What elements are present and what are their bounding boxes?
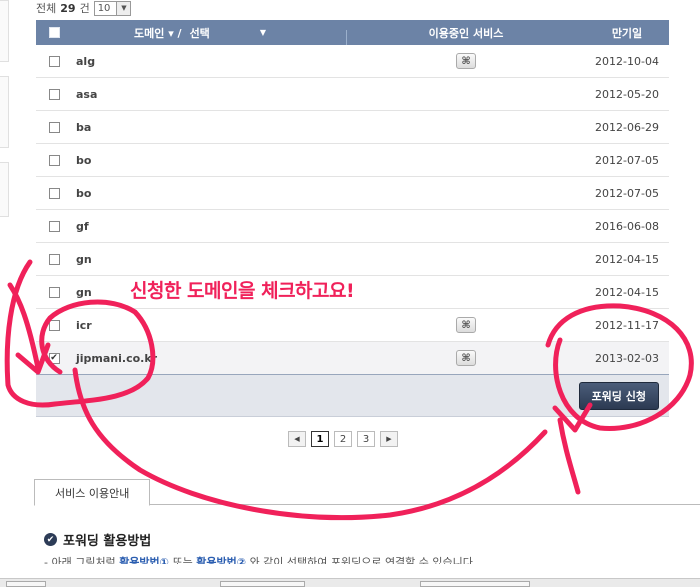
service-cell: ⌘ xyxy=(347,350,585,366)
domain-name: bo xyxy=(76,153,92,167)
info-tabs: 서비스 이용안내 xyxy=(34,479,700,506)
domain-table: 도메인 ▾ / 선택 ▼ 이용중인 서비스 만기일 alg ⌘ 2012-10-04… xyxy=(36,20,669,417)
service-column-header: 이용중인 서비스 xyxy=(428,26,504,40)
domain-column-header: 도메인 ▾ / 선택 ▼ xyxy=(72,25,347,45)
domain-sort-button[interactable]: 도메인 ▾ / xyxy=(134,25,182,41)
domain-name: alg xyxy=(76,54,96,68)
annotation-text: 신청한 도메인을 체크하고요! xyxy=(130,280,355,302)
chevron-down-icon: ▼ xyxy=(259,28,266,37)
expire-date: 2013-02-03 xyxy=(595,351,659,365)
table-row: gn 2012-04-15 xyxy=(36,243,669,276)
chevron-down-icon: ▼ xyxy=(116,1,131,15)
row-checkbox[interactable] xyxy=(48,319,60,331)
row-checkbox[interactable] xyxy=(48,220,60,232)
forwarding-service-icon[interactable]: ⌘ xyxy=(456,350,476,366)
forwarding-service-icon[interactable]: ⌘ xyxy=(456,53,476,69)
guide-link-1[interactable]: 활용방법① xyxy=(119,556,169,564)
total-unit: 건 xyxy=(79,2,90,15)
expire-column-header: 만기일 xyxy=(611,26,643,40)
domain-name: gn xyxy=(76,252,92,266)
row-checkbox[interactable] xyxy=(48,154,60,166)
domain-name: jipmani.co.kr xyxy=(76,351,158,365)
next-page-button[interactable]: ▶ xyxy=(380,431,398,447)
pagination: ◀ 1 2 3 ▶ xyxy=(288,431,398,447)
page-3-button[interactable]: 3 xyxy=(357,431,375,447)
row-checkbox[interactable] xyxy=(48,88,60,100)
table-body: alg ⌘ 2012-10-04 asa 2012-05-20 ba 2012-06-29 b… xyxy=(36,45,669,375)
page-2-button[interactable]: 2 xyxy=(334,431,352,447)
table-row: icr ⌘ 2012-11-17 xyxy=(36,309,669,342)
row-checkbox[interactable] xyxy=(48,286,60,298)
service-cell: ⌘ xyxy=(347,317,585,333)
expire-date: 2012-07-05 xyxy=(595,153,659,167)
row-checkbox[interactable]: ✔ xyxy=(48,352,60,364)
expire-date: 2012-05-20 xyxy=(595,87,659,101)
forwarding-request-button[interactable]: 포워딩 신청 xyxy=(578,381,659,410)
expire-date: 2012-11-17 xyxy=(595,318,659,332)
expire-date: 2012-07-05 xyxy=(595,186,659,200)
domain-name: gf xyxy=(76,219,89,233)
domain-name: bo xyxy=(76,186,92,200)
browser-status-bar xyxy=(0,578,700,587)
row-checkbox[interactable] xyxy=(48,55,60,67)
status-segment xyxy=(220,581,305,587)
action-bar: 포워딩 신청 xyxy=(36,375,669,417)
domain-name: asa xyxy=(76,87,98,101)
guide-title: ✔ 포워딩 활용방법 xyxy=(44,530,151,549)
left-edge-block xyxy=(0,76,9,148)
left-edge-panel xyxy=(0,0,10,587)
expire-date: 2012-10-04 xyxy=(595,54,659,68)
forwarding-service-icon[interactable]: ⌘ xyxy=(456,317,476,333)
page-size-select[interactable]: 10 ▼ xyxy=(93,0,132,16)
domain-name: ba xyxy=(76,120,92,134)
table-row: alg ⌘ 2012-10-04 xyxy=(36,45,669,78)
domain-name: icr xyxy=(76,318,92,332)
total-count: 29 xyxy=(60,1,76,15)
tab-service-guide[interactable]: 서비스 이용안내 xyxy=(34,479,151,506)
expire-date: 2012-04-15 xyxy=(595,285,659,299)
table-header: 도메인 ▾ / 선택 ▼ 이용중인 서비스 만기일 xyxy=(36,20,669,45)
row-checkbox[interactable] xyxy=(48,121,60,133)
left-edge-block xyxy=(0,162,9,217)
table-row: asa 2012-05-20 xyxy=(36,78,669,111)
table-row: bo 2012-07-05 xyxy=(36,177,669,210)
guide-text-suffix: 와 같이 선택하여 포워딩으로 연결할 수 있습니다. xyxy=(246,556,477,564)
expire-date: 2012-06-29 xyxy=(595,120,659,134)
guide-text-mid: 또는 xyxy=(168,556,197,564)
guide-text-prefix: - 아래 그림처럼 xyxy=(44,556,120,564)
select-label: 선택 xyxy=(189,26,210,40)
status-segment xyxy=(420,581,530,587)
expire-date: 2012-04-15 xyxy=(595,252,659,266)
guide-link-2[interactable]: 활용방법② xyxy=(196,556,246,564)
left-edge-block xyxy=(0,0,9,62)
guide-text: - 아래 그림처럼 활용방법① 또는 활용방법② 와 같이 선택하여 포워딩으로… xyxy=(44,554,476,564)
table-row: gf 2016-06-08 xyxy=(36,210,669,243)
domain-select-dropdown[interactable]: 선택 ▼ xyxy=(190,25,266,41)
row-checkbox[interactable] xyxy=(48,253,60,265)
result-count-bar: 전체 29 건 10 ▼ xyxy=(36,0,132,16)
page-1-button[interactable]: 1 xyxy=(311,431,329,447)
check-circle-icon: ✔ xyxy=(44,533,57,546)
table-row: ba 2012-06-29 xyxy=(36,111,669,144)
expire-date: 2016-06-08 xyxy=(595,219,659,233)
row-checkbox[interactable] xyxy=(48,187,60,199)
prev-page-button[interactable]: ◀ xyxy=(288,431,306,447)
status-segment xyxy=(6,581,46,587)
page-size-value: 10 xyxy=(97,2,111,14)
total-label: 전체 xyxy=(36,2,57,15)
select-all-checkbox[interactable] xyxy=(48,27,60,38)
table-row: ✔ jipmani.co.kr ⌘ 2013-02-03 xyxy=(36,342,669,375)
guide-title-text: 포워딩 활용방법 xyxy=(63,534,152,549)
service-cell: ⌘ xyxy=(347,53,585,69)
table-row: bo 2012-07-05 xyxy=(36,144,669,177)
